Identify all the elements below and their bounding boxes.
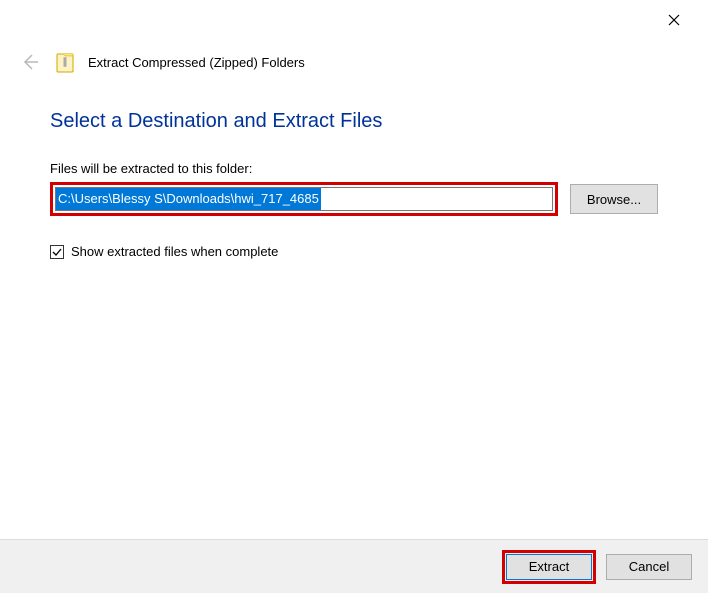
back-arrow-icon — [20, 52, 40, 72]
extract-highlight: Extract — [502, 550, 596, 584]
titlebar — [0, 0, 708, 40]
destination-path-text: C:\Users\Blessy S\Downloads\hwi_717_4685 — [56, 188, 321, 210]
wizard-header: Extract Compressed (Zipped) Folders — [0, 40, 708, 88]
wizard-footer: Extract Cancel — [0, 539, 708, 593]
extract-button[interactable]: Extract — [506, 554, 592, 580]
browse-button[interactable]: Browse... — [570, 184, 658, 214]
show-files-checkbox-row[interactable]: Show extracted files when complete — [50, 244, 658, 259]
wizard-content: Select a Destination and Extract Files F… — [0, 88, 708, 259]
close-icon — [668, 14, 680, 26]
destination-row: C:\Users\Blessy S\Downloads\hwi_717_4685… — [50, 182, 658, 216]
destination-label: Files will be extracted to this folder: — [50, 161, 658, 176]
checkmark-icon — [51, 246, 63, 258]
show-files-label: Show extracted files when complete — [71, 244, 278, 259]
close-button[interactable] — [652, 5, 696, 35]
show-files-checkbox[interactable] — [50, 245, 64, 259]
window-title: Extract Compressed (Zipped) Folders — [88, 55, 305, 70]
back-button — [18, 50, 42, 74]
zip-folder-icon — [56, 51, 74, 73]
page-heading: Select a Destination and Extract Files — [50, 110, 658, 133]
destination-input[interactable]: C:\Users\Blessy S\Downloads\hwi_717_4685 — [55, 187, 553, 211]
destination-highlight: C:\Users\Blessy S\Downloads\hwi_717_4685 — [50, 182, 558, 216]
cancel-button[interactable]: Cancel — [606, 554, 692, 580]
